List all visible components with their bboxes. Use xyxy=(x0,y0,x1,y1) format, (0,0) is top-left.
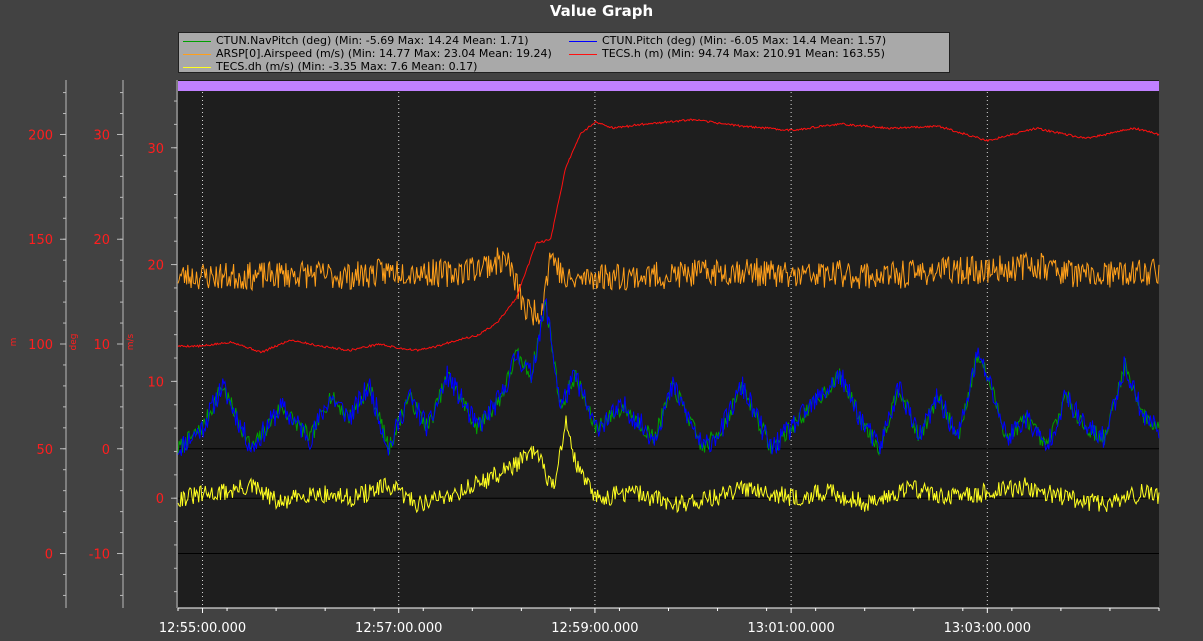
value-graph-chart[interactable]: 12:55:00.000 12:57:00.000 12:59:00.000 13:0… xyxy=(0,0,1203,641)
y-tick-label: 150 xyxy=(28,233,53,248)
x-tick-label: 13:03:00.000 xyxy=(944,621,1031,636)
y-tick-label: 0 xyxy=(45,548,53,563)
y-tick-label: 200 xyxy=(28,128,53,143)
y-tick-label: 20 xyxy=(93,233,110,248)
purple-band xyxy=(178,81,1159,91)
y-tick-label: 0 xyxy=(102,443,110,458)
y-tick-label: 10 xyxy=(147,375,164,390)
y-axis-title: deg xyxy=(69,334,79,351)
y-tick-label: 30 xyxy=(93,128,110,143)
y-tick-label: 30 xyxy=(147,142,164,157)
y-tick-label: 0 xyxy=(156,492,164,507)
y-axis-title: m/s xyxy=(126,333,136,350)
y-tick-label: -10 xyxy=(89,548,110,563)
y-tick-label: 10 xyxy=(93,338,110,353)
x-tick-label: 12:57:00.000 xyxy=(355,621,442,636)
y-tick-label: 50 xyxy=(36,443,53,458)
x-tick-label: 12:59:00.000 xyxy=(551,621,638,636)
y-tick-label: 100 xyxy=(28,338,53,353)
x-tick-label: 12:55:00.000 xyxy=(159,621,246,636)
plot-area[interactable] xyxy=(178,80,1159,608)
x-tick-label: 13:01:00.000 xyxy=(747,621,834,636)
y-tick-label: 20 xyxy=(147,259,164,274)
y-axis-title: m xyxy=(9,338,19,347)
